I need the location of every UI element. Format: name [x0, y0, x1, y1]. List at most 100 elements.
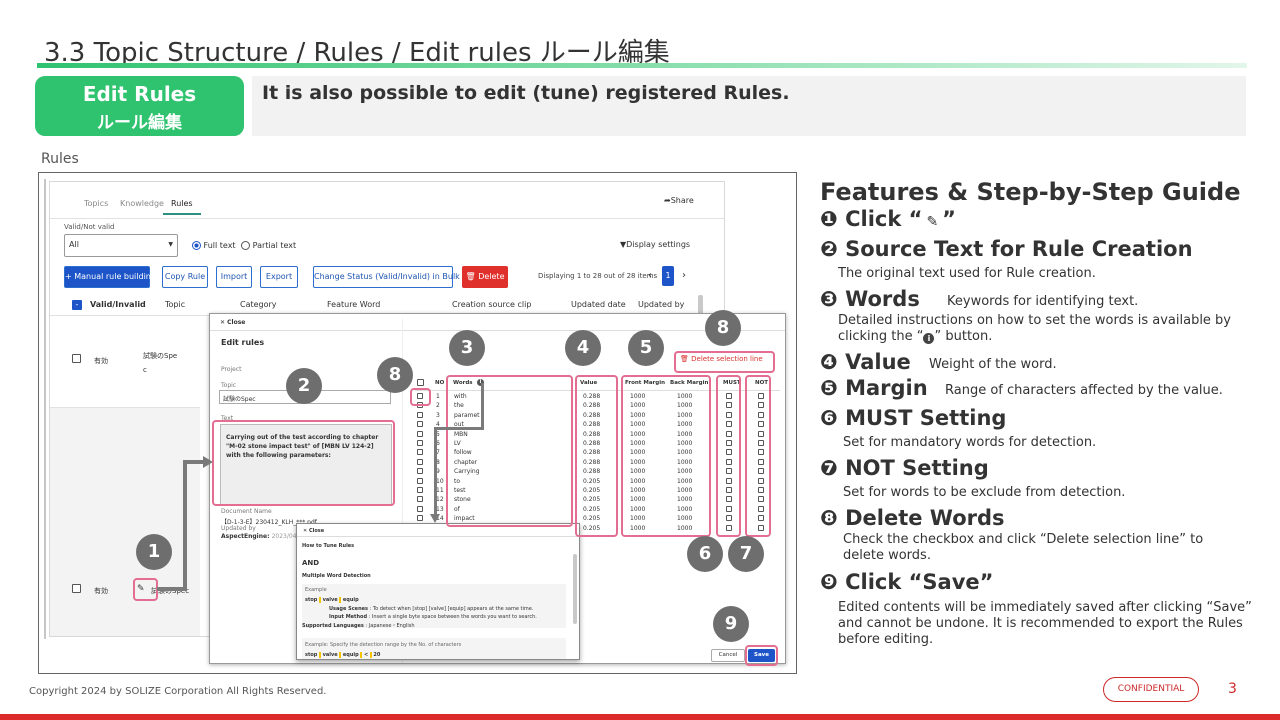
example2-label: Example: Specify the detection range by … — [305, 642, 462, 648]
step-1-text: ❶ Click “ — [820, 207, 923, 231]
prev-page-button[interactable]: ‹ — [648, 270, 652, 281]
col-updated-by: Updated by — [638, 300, 685, 309]
arrow-line — [183, 460, 205, 464]
pagination-info: Displaying 1 to 28 out of 28 items — [538, 272, 658, 280]
highlight-not — [745, 375, 771, 537]
word-no: 11 — [436, 487, 444, 494]
input-line: Input Method : Insert a single byte spac… — [329, 614, 537, 620]
radio-partial-text[interactable] — [241, 241, 251, 250]
select-all-checkbox[interactable]: - — [72, 300, 82, 310]
row-checkbox[interactable] — [417, 515, 423, 522]
cancel-button[interactable]: Cancel — [711, 649, 745, 662]
row-checkbox[interactable] — [417, 430, 423, 437]
row-checkbox[interactable] — [417, 477, 423, 484]
row-checkbox[interactable] — [417, 449, 423, 456]
highlight-must — [716, 375, 741, 537]
step-3-desc2-tail: ” button. — [934, 329, 993, 344]
guide-step-3-desc: Keywords for identifying text. — [947, 294, 1139, 309]
table-scrollbar[interactable] — [698, 295, 703, 315]
copy-rule-button[interactable]: Copy Rule — [162, 266, 208, 288]
word-no: 10 — [436, 477, 444, 485]
step-1-tail: ” — [942, 207, 956, 231]
share-icon: ➦ — [664, 196, 671, 205]
section-badge: Edit Rules ルール編集 — [35, 76, 244, 136]
row-checkbox[interactable] — [417, 421, 423, 428]
col-source-clip: Creation source clip — [452, 300, 532, 309]
row-checkbox[interactable] — [417, 468, 423, 475]
badge-subtitle: ルール編集 — [97, 113, 182, 133]
display-settings-button[interactable]: ▼Display settings — [620, 240, 690, 249]
row-checkbox[interactable] — [72, 584, 81, 593]
confidential-badge: CONFIDENTIAL — [1103, 677, 1199, 702]
row-checkbox[interactable] — [417, 487, 423, 493]
row-checkbox[interactable] — [417, 505, 423, 512]
share-button[interactable]: ➦Share — [664, 196, 694, 205]
export-button[interactable]: Export — [260, 266, 298, 288]
example2-words: stop valve equip < 20 — [305, 652, 380, 658]
table-row[interactable]: 有効 試験のSpe c — [50, 316, 200, 408]
help-scrollbar[interactable] — [573, 554, 577, 624]
title-underline — [37, 63, 1247, 68]
aspect-value: 2023/04 — [271, 533, 297, 540]
change-status-button[interactable]: Change Status (Valid/Invalid) in Bulk — [313, 266, 460, 288]
tab-divider — [50, 218, 724, 219]
aspect-label: AspectEngine: — [221, 533, 270, 540]
arrow-head — [430, 514, 440, 523]
help-dialog: ✕ Close How to Tune Rules AND Multiple W… — [296, 523, 580, 660]
word-no: 13 — [436, 505, 444, 513]
filter-label: Valid/Not valid — [64, 223, 115, 231]
row-checkbox[interactable] — [72, 354, 81, 363]
example-label: Example — [305, 587, 327, 593]
arrow-line — [183, 460, 187, 591]
trash-icon: 🗑 — [465, 272, 479, 281]
callout-1: 1 — [136, 534, 172, 570]
radio-partial-label: Partial text — [252, 241, 297, 250]
document-label: Document Name — [221, 508, 272, 515]
help-close-label: Close — [308, 528, 325, 534]
dialog-divider — [210, 330, 785, 331]
filter-select[interactable]: All ▼ — [64, 234, 178, 257]
copyright: Copyright 2024 by SOLIZE Corporation All… — [29, 686, 327, 697]
next-page-button[interactable]: › — [682, 270, 686, 281]
topic-label: Topic — [221, 382, 237, 389]
radio-full-text[interactable] — [192, 241, 201, 250]
highlight-value — [575, 375, 618, 537]
highlight-save — [745, 645, 778, 666]
dialog-close-button[interactable]: ✕ Close — [220, 319, 245, 326]
pencil-icon: ✎ — [926, 214, 939, 230]
import-button[interactable]: Import — [216, 266, 252, 288]
guide-step-8-desc: Check the checkbox and click “Delete sel… — [843, 532, 1204, 563]
example-word: < — [363, 652, 369, 658]
display-settings-label: Display settings — [626, 240, 691, 249]
tab-topics[interactable]: Topics — [84, 199, 108, 208]
manual-rule-button[interactable]: + Manual rule building — [64, 266, 156, 288]
highlight-margin — [621, 375, 711, 537]
tab-rules[interactable]: Rules — [163, 199, 201, 215]
input-label: Input Method — [329, 614, 368, 620]
lang-line: Supported Languages : Japanese・English — [302, 623, 415, 629]
footer-bar — [0, 714, 1280, 720]
row-checkbox[interactable] — [417, 496, 423, 503]
arrow-line — [434, 427, 484, 430]
callout-7: 7 — [728, 536, 764, 572]
lang-text: Japanese・English — [368, 623, 415, 629]
callout-8-delete: 8 — [705, 310, 741, 346]
left-scrollbar[interactable] — [44, 179, 46, 639]
tab-knowledge[interactable]: Knowledge — [120, 199, 164, 208]
highlight-source-text — [212, 420, 395, 506]
delete-button[interactable]: 🗑 Delete — [462, 266, 508, 288]
word-no: 12 — [436, 496, 444, 504]
usage-text: To detect when [stop] [valve] [equip] ap… — [372, 606, 534, 612]
row-checkbox[interactable] — [417, 411, 423, 418]
row-checkbox[interactable] — [417, 458, 423, 465]
select-all-words-checkbox[interactable] — [417, 379, 424, 386]
page-1-button[interactable]: 1 — [662, 266, 674, 286]
callout-6: 6 — [687, 536, 723, 572]
row-topic: 試験のSpe c — [143, 352, 178, 374]
word-no: 3 — [436, 411, 440, 419]
row-checkbox[interactable] — [417, 440, 423, 446]
help-close-button[interactable]: ✕ Close — [303, 528, 324, 534]
example-words: stop valve equip — [305, 597, 359, 603]
table-row[interactable]: 有効 ✎ 試験のSpec — [50, 408, 200, 636]
project-label: Project — [221, 366, 242, 373]
